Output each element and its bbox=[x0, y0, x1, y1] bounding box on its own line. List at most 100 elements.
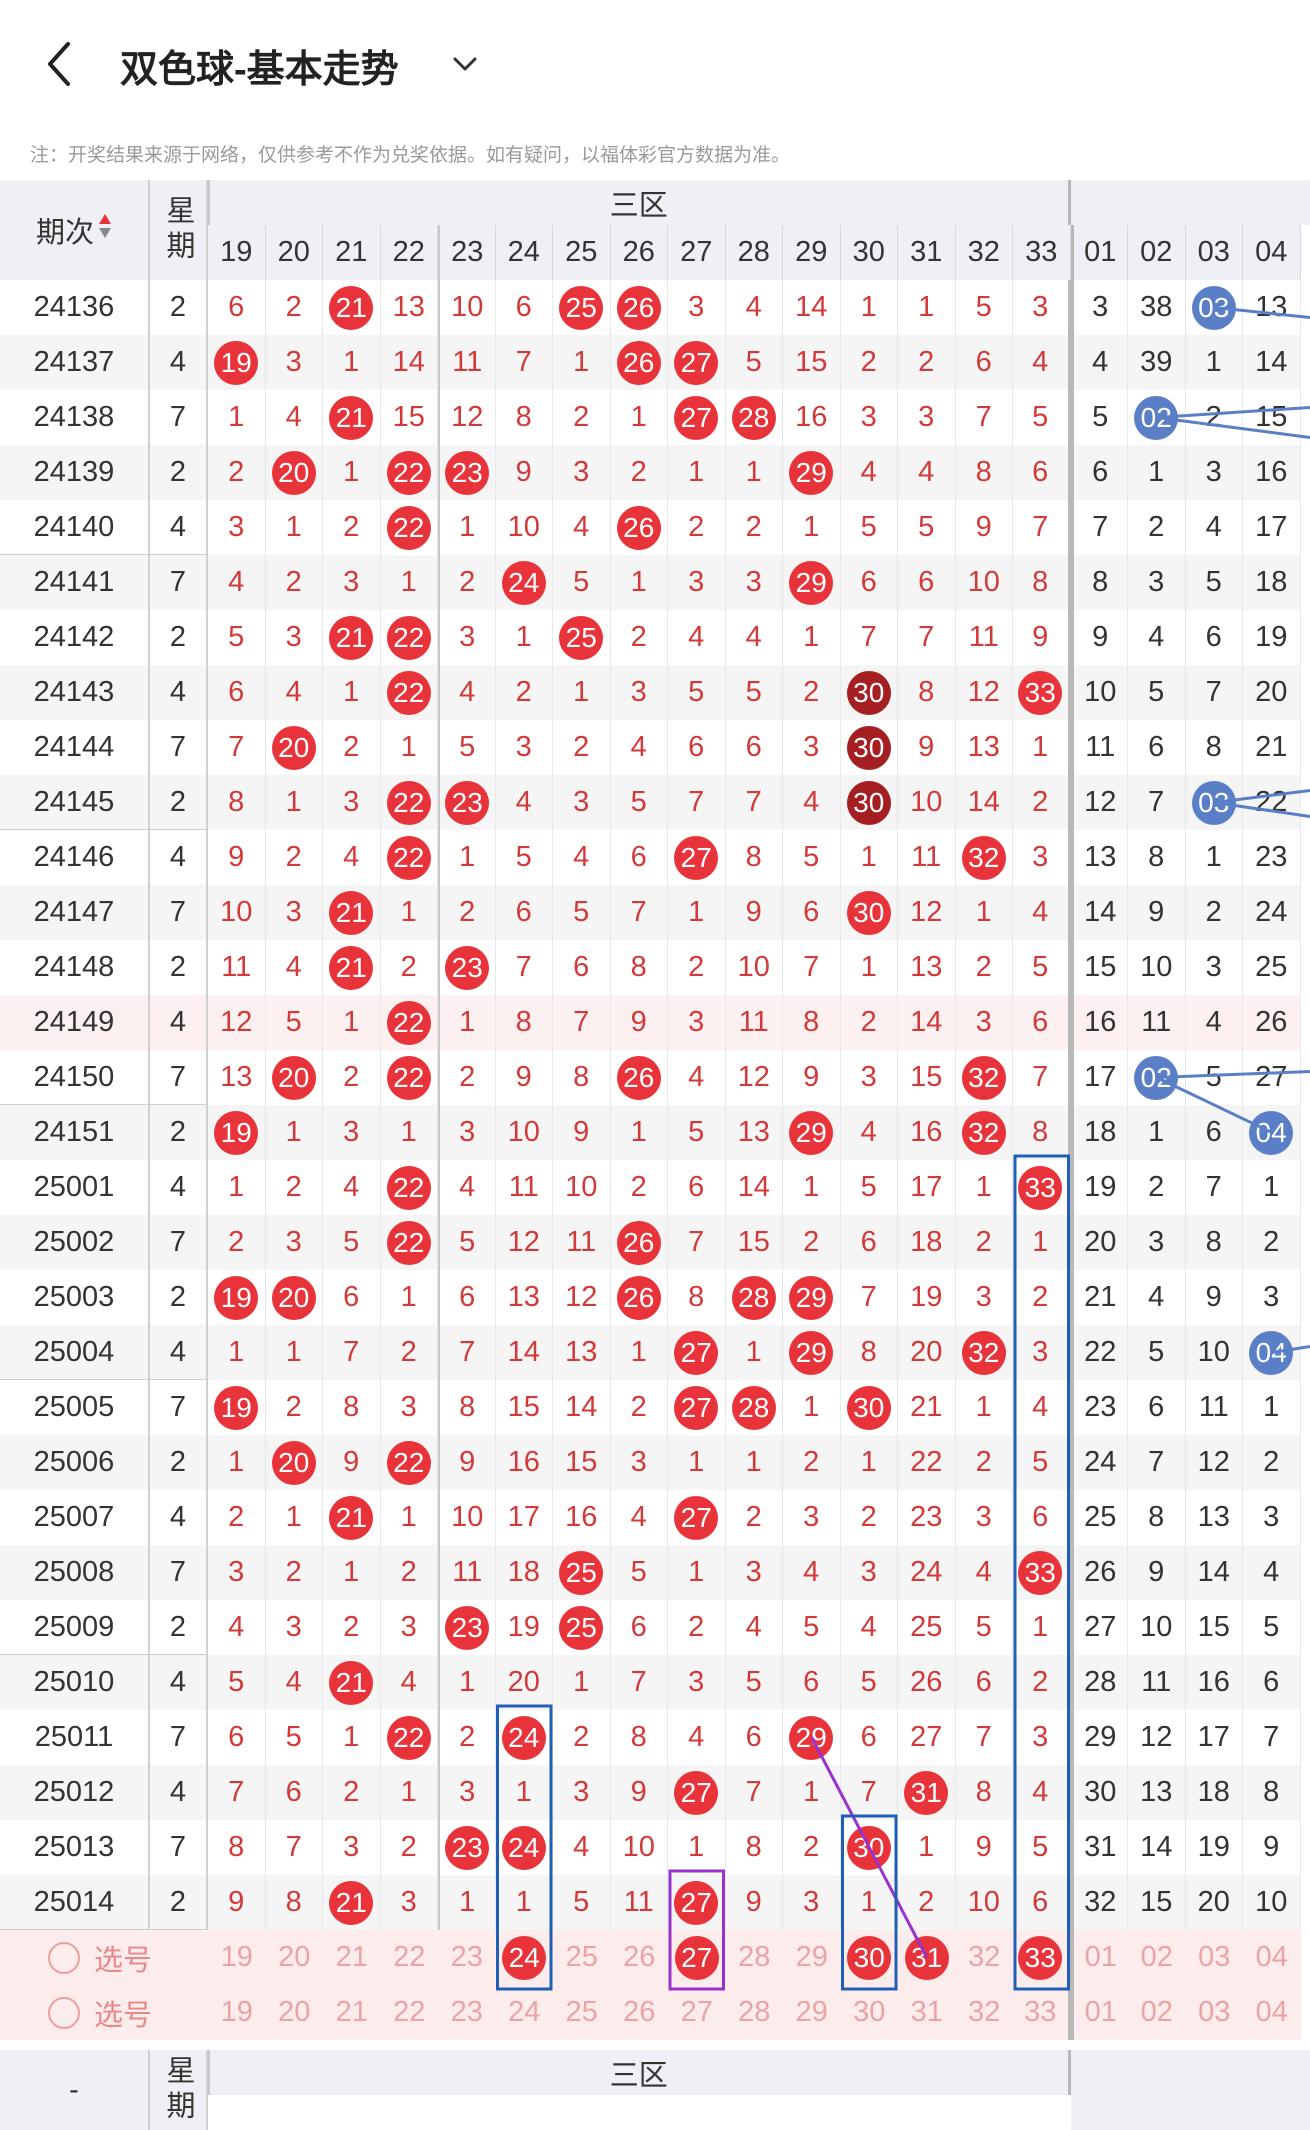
red-number-cell: 7 bbox=[323, 1325, 381, 1380]
select-red-cell[interactable]: 32 bbox=[956, 1985, 1014, 2040]
select-red-cell[interactable]: 28 bbox=[726, 1930, 784, 1985]
back-button[interactable] bbox=[40, 38, 80, 90]
select-red-cell[interactable]: 19 bbox=[208, 1985, 266, 2040]
select-number-button[interactable]: 选号 bbox=[0, 1985, 208, 2040]
blue-number-cell: 3 bbox=[1243, 1490, 1301, 1545]
select-red-cell[interactable]: 20 bbox=[266, 1930, 324, 1985]
blue-number-cell: 15 bbox=[1128, 1875, 1186, 1930]
selected-red-ball[interactable]: 30 bbox=[847, 1936, 891, 1980]
red-number-cell: 27 bbox=[668, 1765, 726, 1820]
select-number-button[interactable]: 选号 bbox=[0, 1930, 208, 1985]
red-ball: 30 bbox=[847, 1826, 891, 1870]
select-red-cell[interactable]: 27 bbox=[668, 1930, 726, 1985]
red-number-cell: 19 bbox=[208, 335, 266, 390]
weekday-cell: 4 bbox=[150, 995, 208, 1050]
period-cell: 24147 bbox=[0, 885, 150, 940]
select-red-cell[interactable]: 19 bbox=[208, 1930, 266, 1985]
red-number-cell: 13 bbox=[381, 280, 439, 335]
select-blue-cell[interactable]: 03 bbox=[1186, 1930, 1244, 1985]
red-ball: 20 bbox=[272, 1056, 316, 1100]
blue-number-cell: 12 bbox=[1128, 1710, 1186, 1765]
select-red-cell[interactable]: 23 bbox=[438, 1930, 496, 1985]
red-number-cell: 2 bbox=[553, 720, 611, 775]
blue-number-cell: 6 bbox=[1186, 1105, 1244, 1160]
footer-header-weekday: 星期 bbox=[150, 2050, 208, 2130]
select-red-cell[interactable]: 29 bbox=[783, 1985, 841, 2040]
red-number-cell: 7 bbox=[841, 610, 899, 665]
select-red-cell[interactable]: 29 bbox=[783, 1930, 841, 1985]
select-red-cell[interactable]: 26 bbox=[611, 1985, 669, 2040]
red-ball: 19 bbox=[214, 1386, 258, 1430]
select-red-cell[interactable]: 33 bbox=[1013, 1930, 1071, 1985]
red-number-cell: 4 bbox=[323, 830, 381, 885]
red-number-cell: 3 bbox=[266, 335, 324, 390]
red-number-cell: 5 bbox=[1013, 1435, 1071, 1490]
red-ball: 25 bbox=[559, 1606, 603, 1650]
red-number-cell: 27 bbox=[668, 1380, 726, 1435]
select-blue-cell[interactable]: 02 bbox=[1128, 1985, 1186, 2040]
selected-red-ball[interactable]: 33 bbox=[1018, 1936, 1062, 1980]
select-red-cell[interactable]: 22 bbox=[381, 1930, 439, 1985]
red-number-cell: 3 bbox=[323, 555, 381, 610]
select-blue-cell[interactable]: 03 bbox=[1186, 1985, 1244, 2040]
selected-red-ball[interactable]: 24 bbox=[502, 1936, 546, 1980]
title-dropdown-button[interactable] bbox=[450, 52, 480, 76]
red-number-cell: 4 bbox=[496, 775, 554, 830]
red-number-cell: 1 bbox=[668, 885, 726, 940]
select-red-cell[interactable]: 27 bbox=[668, 1985, 726, 2040]
select-red-cell[interactable]: 25 bbox=[553, 1985, 611, 2040]
select-red-cell[interactable]: 26 bbox=[611, 1930, 669, 1985]
red-number-cell: 14 bbox=[726, 1160, 784, 1215]
select-red-cell[interactable]: 24 bbox=[496, 1985, 554, 2040]
blue-number-cell: 12 bbox=[1186, 1435, 1244, 1490]
select-red-cell[interactable]: 24 bbox=[496, 1930, 554, 1985]
red-number-cell: 21 bbox=[898, 1380, 956, 1435]
red-number-cell: 23 bbox=[438, 445, 496, 500]
blue-number-cell: 6 bbox=[1071, 445, 1129, 500]
red-number-cell: 8 bbox=[208, 1820, 266, 1875]
red-number-cell: 9 bbox=[553, 1105, 611, 1160]
select-red-cell[interactable]: 25 bbox=[553, 1930, 611, 1985]
selected-red-ball[interactable]: 27 bbox=[675, 1936, 719, 1980]
select-red-cell[interactable]: 32 bbox=[956, 1930, 1014, 1985]
red-ball: 31 bbox=[904, 1771, 948, 1815]
red-number-cell: 5 bbox=[668, 1105, 726, 1160]
red-number-cell: 20 bbox=[266, 445, 324, 500]
select-blue-cell[interactable]: 02 bbox=[1128, 1930, 1186, 1985]
select-red-cell[interactable]: 30 bbox=[841, 1930, 899, 1985]
selected-red-ball[interactable]: 31 bbox=[905, 1936, 949, 1980]
red-number-cell: 29 bbox=[783, 445, 841, 500]
select-red-cell[interactable]: 22 bbox=[381, 1985, 439, 2040]
select-blue-cell[interactable]: 04 bbox=[1243, 1930, 1301, 1985]
select-red-cell[interactable]: 31 bbox=[898, 1985, 956, 2040]
radio-circle-icon[interactable] bbox=[48, 1942, 80, 1974]
select-red-cell[interactable]: 20 bbox=[266, 1985, 324, 2040]
select-red-cell[interactable]: 33 bbox=[1013, 1985, 1071, 2040]
select-red-cell[interactable]: 21 bbox=[323, 1930, 381, 1985]
red-number-cell: 5 bbox=[553, 1875, 611, 1930]
blue-ball: 03 bbox=[1192, 781, 1236, 825]
red-number-cell: 6 bbox=[611, 830, 669, 885]
select-red-cell[interactable]: 28 bbox=[726, 1985, 784, 2040]
select-red-cell[interactable]: 21 bbox=[323, 1985, 381, 2040]
select-blue-cell[interactable]: 01 bbox=[1071, 1930, 1129, 1985]
column-header-period[interactable]: 期次 bbox=[0, 180, 150, 280]
select-blue-cell[interactable]: 01 bbox=[1071, 1985, 1129, 2040]
red-number-cell: 26 bbox=[611, 1215, 669, 1270]
column-header-blue: 03 bbox=[1186, 225, 1244, 280]
select-blue-cell[interactable]: 04 bbox=[1243, 1985, 1301, 2040]
red-number-cell: 1 bbox=[898, 1820, 956, 1875]
red-number-cell: 27 bbox=[668, 1325, 726, 1380]
select-red-cell[interactable]: 30 bbox=[841, 1985, 899, 2040]
red-number-cell: 5 bbox=[783, 830, 841, 885]
select-red-cell[interactable]: 31 bbox=[898, 1930, 956, 1985]
red-number-cell: 14 bbox=[783, 280, 841, 335]
red-number-cell: 6 bbox=[266, 1765, 324, 1820]
footer-header-period: - bbox=[0, 2050, 150, 2130]
red-number-cell: 2 bbox=[956, 1215, 1014, 1270]
red-number-cell: 5 bbox=[611, 775, 669, 830]
select-red-cell[interactable]: 23 bbox=[438, 1985, 496, 2040]
radio-circle-icon[interactable] bbox=[48, 1997, 80, 2029]
weekday-cell: 2 bbox=[150, 1270, 208, 1325]
page-title[interactable]: 双色球-基本走势 bbox=[120, 38, 399, 93]
